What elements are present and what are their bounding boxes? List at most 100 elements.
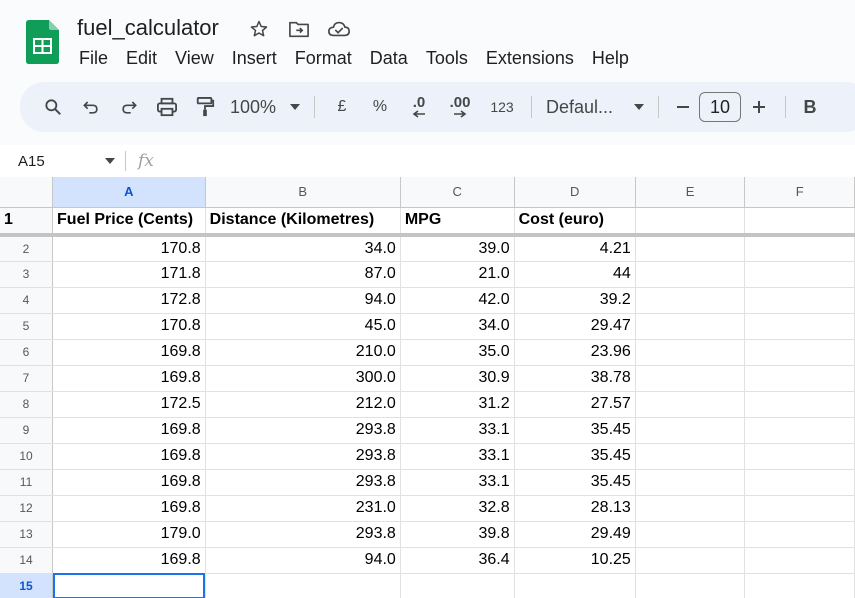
- row-header[interactable]: 8: [0, 391, 54, 418]
- cell[interactable]: [635, 521, 746, 548]
- increase-decimal-button[interactable]: .00: [439, 91, 481, 123]
- cell[interactable]: [635, 469, 746, 496]
- cell[interactable]: 293.8: [205, 521, 401, 548]
- menu-view[interactable]: View: [166, 46, 223, 71]
- cell[interactable]: [744, 547, 855, 574]
- cell[interactable]: 44: [514, 261, 636, 288]
- menu-file[interactable]: File: [70, 46, 117, 71]
- menu-edit[interactable]: Edit: [117, 46, 166, 71]
- select-all-corner[interactable]: [0, 177, 54, 208]
- cell[interactable]: 169.8: [52, 495, 206, 522]
- column-header-c[interactable]: C: [400, 177, 515, 208]
- cell[interactable]: 29.49: [514, 521, 636, 548]
- cell[interactable]: 94.0: [205, 547, 401, 574]
- cell[interactable]: [744, 235, 855, 262]
- sheets-logo-icon[interactable]: [26, 20, 59, 64]
- menu-help[interactable]: Help: [583, 46, 638, 71]
- active-cell[interactable]: [52, 573, 206, 598]
- cell[interactable]: 35.45: [514, 417, 636, 444]
- column-header-d[interactable]: D: [514, 177, 636, 208]
- cell[interactable]: 38.78: [514, 365, 636, 392]
- row-header[interactable]: 10: [0, 443, 54, 470]
- more-formats-button[interactable]: 123: [481, 91, 523, 123]
- cell[interactable]: 300.0: [205, 365, 401, 392]
- cell[interactable]: [635, 313, 746, 340]
- cell[interactable]: [744, 207, 855, 237]
- cell[interactable]: [744, 365, 855, 392]
- cell[interactable]: Cost (euro): [514, 207, 636, 237]
- search-menus-icon[interactable]: [34, 91, 72, 123]
- cell[interactable]: [400, 573, 515, 598]
- currency-format-button[interactable]: £: [323, 91, 361, 123]
- print-icon[interactable]: [148, 91, 186, 123]
- cell[interactable]: 293.8: [205, 417, 401, 444]
- cell[interactable]: [744, 391, 855, 418]
- cell[interactable]: 210.0: [205, 339, 401, 366]
- cell[interactable]: 171.8: [52, 261, 206, 288]
- cell[interactable]: [635, 261, 746, 288]
- font-size-input[interactable]: 10: [699, 92, 741, 122]
- row-header[interactable]: 3: [0, 261, 54, 288]
- row-header[interactable]: 12: [0, 495, 54, 522]
- increase-font-size-button[interactable]: [741, 91, 777, 123]
- cell[interactable]: 28.13: [514, 495, 636, 522]
- cell[interactable]: 293.8: [205, 443, 401, 470]
- menu-insert[interactable]: Insert: [223, 46, 286, 71]
- cell[interactable]: 172.5: [52, 391, 206, 418]
- cell[interactable]: [744, 443, 855, 470]
- cell[interactable]: 87.0: [205, 261, 401, 288]
- column-header-a[interactable]: A: [52, 177, 206, 208]
- cell[interactable]: 4.21: [514, 235, 636, 262]
- cell[interactable]: [635, 417, 746, 444]
- cell[interactable]: [635, 339, 746, 366]
- cell[interactable]: 170.8: [52, 313, 206, 340]
- row-header[interactable]: 9: [0, 417, 54, 444]
- cell[interactable]: 169.8: [52, 339, 206, 366]
- bold-button[interactable]: B: [794, 91, 826, 123]
- cell[interactable]: 35.0: [400, 339, 515, 366]
- cell[interactable]: 21.0: [400, 261, 515, 288]
- cell[interactable]: 33.1: [400, 443, 515, 470]
- row-header[interactable]: 13: [0, 521, 54, 548]
- row-header[interactable]: 6: [0, 339, 54, 366]
- column-header-b[interactable]: B: [205, 177, 401, 208]
- cell[interactable]: [635, 443, 746, 470]
- row-header[interactable]: 2: [0, 235, 54, 262]
- menu-data[interactable]: Data: [361, 46, 417, 71]
- row-header[interactable]: 1: [0, 207, 54, 237]
- row-header[interactable]: 5: [0, 313, 54, 340]
- cell[interactable]: Fuel Price (Cents): [52, 207, 206, 237]
- cell[interactable]: [744, 469, 855, 496]
- cell[interactable]: [744, 313, 855, 340]
- font-family-select[interactable]: Defaul...: [540, 91, 650, 123]
- cell[interactable]: 172.8: [52, 287, 206, 314]
- cell[interactable]: 170.8: [52, 235, 206, 262]
- cell[interactable]: [635, 495, 746, 522]
- cell[interactable]: 34.0: [205, 235, 401, 262]
- cell[interactable]: [635, 207, 746, 237]
- star-icon[interactable]: [246, 16, 272, 42]
- row-header[interactable]: 11: [0, 469, 54, 496]
- document-title[interactable]: fuel_calculator: [77, 15, 219, 41]
- cell[interactable]: 23.96: [514, 339, 636, 366]
- move-folder-icon[interactable]: [286, 16, 312, 42]
- cloud-saved-icon[interactable]: [326, 16, 352, 42]
- cell[interactable]: 34.0: [400, 313, 515, 340]
- row-header[interactable]: 7: [0, 365, 54, 392]
- cell[interactable]: 212.0: [205, 391, 401, 418]
- decrease-decimal-button[interactable]: .0: [399, 91, 439, 123]
- cell[interactable]: [635, 287, 746, 314]
- cell[interactable]: 39.8: [400, 521, 515, 548]
- row-header[interactable]: 15: [0, 573, 54, 598]
- cell[interactable]: 31.2: [400, 391, 515, 418]
- cell[interactable]: Distance (Kilometres): [205, 207, 401, 237]
- menu-extensions[interactable]: Extensions: [477, 46, 583, 71]
- cell[interactable]: 29.47: [514, 313, 636, 340]
- cell[interactable]: [744, 287, 855, 314]
- cell[interactable]: [744, 339, 855, 366]
- cell[interactable]: 42.0: [400, 287, 515, 314]
- cell[interactable]: 39.2: [514, 287, 636, 314]
- cell[interactable]: [744, 521, 855, 548]
- cell[interactable]: [514, 573, 636, 598]
- row-header[interactable]: 14: [0, 547, 54, 574]
